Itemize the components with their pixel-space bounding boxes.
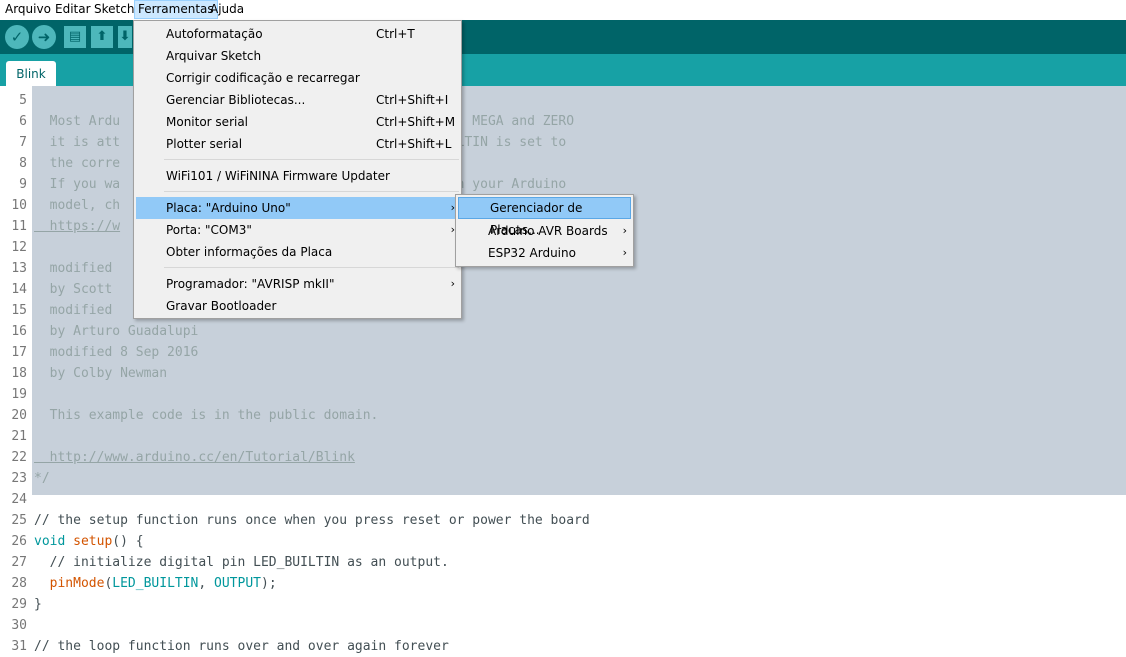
code-function: setup bbox=[73, 534, 113, 549]
arrow-up-icon: ⬆ bbox=[96, 29, 108, 44]
menu-item-port[interactable]: Porta: "COM3" › bbox=[136, 219, 459, 241]
line-number: 16 bbox=[11, 324, 27, 339]
code-text: This example code is in the public domai… bbox=[34, 408, 379, 423]
menu-item-firmware-updater[interactable]: WiFi101 / WiFiNINA Firmware Updater bbox=[136, 165, 459, 187]
menu-separator bbox=[164, 159, 459, 160]
tools-menu: Autoformatação Ctrl+T Arquivar Sketch Co… bbox=[133, 20, 462, 319]
line-number: 29 bbox=[11, 597, 27, 612]
code-punct: () { bbox=[112, 534, 144, 549]
code-punct: ); bbox=[261, 576, 277, 591]
line-number: 7 bbox=[19, 135, 27, 150]
code-text: // the setup function runs once when you… bbox=[34, 513, 590, 528]
upload-button[interactable]: ➜ bbox=[32, 25, 56, 49]
code-text: by Colby Newman bbox=[34, 366, 168, 381]
line-number: 31 bbox=[11, 639, 27, 654]
code-text: by Scott bbox=[34, 282, 113, 297]
menu-item-autoformat[interactable]: Autoformatação Ctrl+T bbox=[136, 23, 459, 45]
menu-arquivo[interactable]: Arquivo bbox=[2, 0, 54, 19]
menu-separator bbox=[164, 191, 459, 192]
code-function: pinMode bbox=[49, 576, 105, 591]
line-number: 5 bbox=[19, 93, 27, 108]
arrow-down-icon: ⬇ bbox=[119, 29, 131, 44]
new-file-icon: ▤ bbox=[68, 29, 82, 44]
code-text: */ bbox=[34, 471, 50, 486]
code-constant: LED_BUILTIN bbox=[112, 576, 199, 591]
menu-item-manage-libraries[interactable]: Gerenciar Bibliotecas... Ctrl+Shift+I bbox=[136, 89, 459, 111]
arrow-right-icon: ➜ bbox=[37, 28, 51, 46]
line-number: 9 bbox=[19, 177, 27, 192]
menu-item-boards-manager[interactable]: Gerenciador de Placas... bbox=[458, 197, 631, 237]
code-text: modified 8 Sep 2016 bbox=[34, 345, 199, 360]
line-number: 30 bbox=[11, 618, 27, 633]
menu-item-fix-encoding[interactable]: Corrigir codificação e recarregar bbox=[136, 67, 459, 89]
code-text: void setup() { bbox=[34, 531, 144, 552]
menu-item-archive-sketch[interactable]: Arquivar Sketch bbox=[136, 45, 459, 67]
menu-item-serial-monitor[interactable]: Monitor serial Ctrl+Shift+M bbox=[136, 111, 459, 133]
code-text: http://www.arduino.cc/en/Tutorial/Blink bbox=[34, 450, 355, 465]
line-number: 22 bbox=[11, 450, 27, 465]
code-punct: , bbox=[198, 576, 215, 591]
line-number: 19 bbox=[11, 387, 27, 402]
line-number: 8 bbox=[19, 156, 27, 171]
code-constant: OUTPUT bbox=[214, 576, 261, 591]
line-number: 17 bbox=[11, 345, 27, 360]
line-number: 23 bbox=[11, 471, 27, 486]
code-text: modified bbox=[34, 261, 113, 276]
menu-item-board-info[interactable]: Obter informações da Placa bbox=[136, 241, 459, 263]
new-button[interactable]: ▤ bbox=[64, 26, 86, 48]
line-number: 10 bbox=[11, 198, 27, 213]
line-number: 27 bbox=[11, 555, 27, 570]
line-number: 13 bbox=[11, 261, 27, 276]
board-submenu: Gerenciador de Placas... Arduino AVR Boa… bbox=[455, 194, 634, 267]
open-button[interactable]: ⬆ bbox=[91, 26, 113, 48]
code-text: // the loop function runs over and over … bbox=[34, 639, 449, 654]
line-number: 11 bbox=[11, 219, 27, 234]
code-text: https://w bbox=[34, 219, 121, 234]
line-number: 12 bbox=[11, 240, 27, 255]
menu-item-arduino-avr-boards[interactable]: Arduino AVR Boards › bbox=[458, 220, 631, 242]
code-text: by Arturo Guadalupi bbox=[34, 324, 199, 339]
chevron-right-icon: › bbox=[622, 246, 627, 259]
verify-button[interactable]: ✓ bbox=[5, 25, 29, 49]
menu-bar: Arquivo Editar Sketch Ferramentas Ajuda bbox=[0, 0, 1126, 20]
menu-item-board[interactable]: Placa: "Arduino Uno" › bbox=[136, 197, 459, 219]
menu-item-burn-bootloader[interactable]: Gravar Bootloader bbox=[136, 295, 459, 317]
line-number: 24 bbox=[11, 492, 27, 507]
menu-ajuda[interactable]: Ajuda bbox=[207, 0, 247, 19]
code-text: pinMode(LED_BUILTIN, OUTPUT); bbox=[34, 573, 277, 594]
line-number: 26 bbox=[11, 534, 27, 549]
code-text: } bbox=[34, 597, 42, 612]
chevron-right-icon: › bbox=[622, 224, 627, 237]
line-number: 14 bbox=[11, 282, 27, 297]
line-number: 15 bbox=[11, 303, 27, 318]
menu-separator bbox=[164, 267, 459, 268]
menu-item-serial-plotter[interactable]: Plotter serial Ctrl+Shift+L bbox=[136, 133, 459, 155]
code-text: // initialize digital pin LED_BUILTIN as… bbox=[34, 555, 449, 570]
line-number: 6 bbox=[19, 114, 27, 129]
chevron-right-icon: › bbox=[450, 277, 455, 290]
save-button[interactable]: ⬇ bbox=[118, 26, 132, 48]
tab-blink[interactable]: Blink bbox=[6, 61, 56, 86]
menu-item-programmer[interactable]: Programador: "AVRISP mkII" › bbox=[136, 273, 459, 295]
code-text: modified bbox=[34, 303, 113, 318]
line-number: 28 bbox=[11, 576, 27, 591]
menu-editar[interactable]: Editar bbox=[52, 0, 94, 19]
line-number: 21 bbox=[11, 429, 27, 444]
code-keyword: void bbox=[34, 534, 66, 549]
check-icon: ✓ bbox=[10, 28, 24, 46]
menu-item-esp32-arduino[interactable]: ESP32 Arduino › bbox=[458, 242, 631, 264]
menu-sketch[interactable]: Sketch bbox=[91, 0, 137, 19]
menu-ferramentas[interactable]: Ferramentas bbox=[134, 0, 218, 19]
line-number: 20 bbox=[11, 408, 27, 423]
line-number: 18 bbox=[11, 366, 27, 381]
code-text: model, ch bbox=[34, 198, 121, 213]
line-number: 25 bbox=[11, 513, 27, 528]
